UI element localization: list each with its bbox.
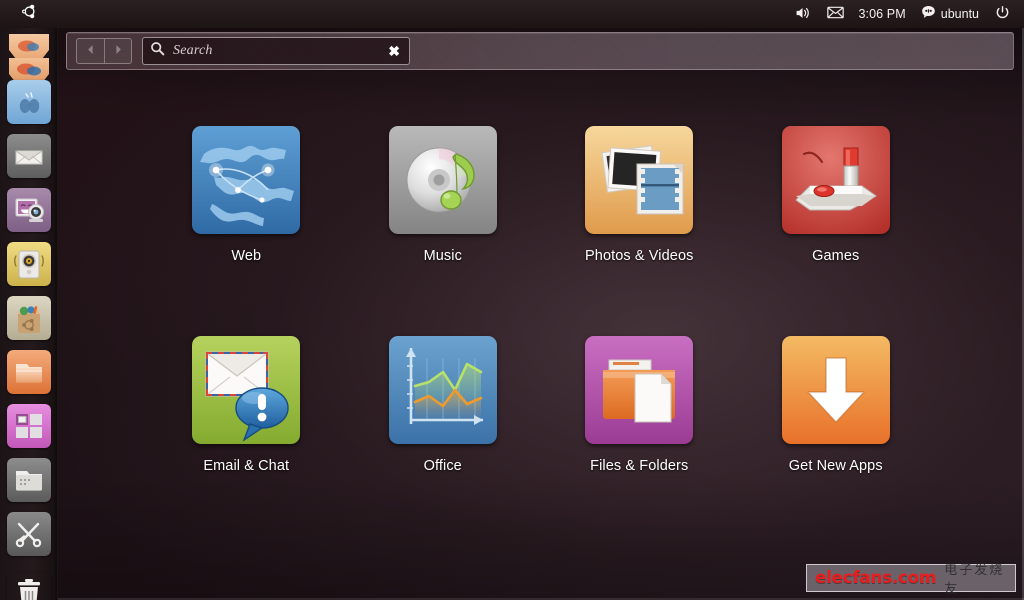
launcher-item-documents[interactable] — [7, 458, 51, 502]
launcher-item-software-center-folded-top[interactable] — [7, 34, 51, 60]
joystick-icon — [782, 126, 890, 234]
app-tile-label: Files & Folders — [590, 458, 688, 474]
volume-speaker-icon — [795, 6, 811, 23]
launcher-item-file-manager[interactable] — [7, 350, 51, 394]
app-tile-office[interactable]: Office — [345, 328, 542, 538]
app-tile-label: Music — [424, 248, 462, 264]
launcher-item-workspace-switcher[interactable] — [7, 404, 51, 448]
launcher-item-software-center[interactable] — [7, 296, 51, 340]
envelope-chat-bubble-icon — [192, 336, 300, 444]
app-tile-email-chat[interactable]: Email & Chat — [148, 328, 345, 538]
search-magnifier-icon — [150, 41, 165, 61]
app-tile-label: Email & Chat — [203, 458, 289, 474]
watermark-chinese-text: 电子发烧友 — [944, 559, 1007, 597]
app-tile-get-new-apps[interactable]: Get New Apps — [738, 328, 935, 538]
session-indicator[interactable]: ubuntu — [913, 0, 987, 28]
app-tile-label: Office — [424, 458, 462, 474]
session-user-name: ubuntu — [941, 8, 979, 21]
globe-network-icon — [192, 126, 300, 234]
launcher-item-webcam[interactable] — [7, 188, 51, 232]
unity-launcher — [0, 28, 58, 600]
app-tile-music[interactable]: Music — [345, 118, 542, 328]
line-chart-icon — [389, 336, 497, 444]
search-input[interactable]: Search ✖ — [142, 37, 410, 65]
back-button[interactable] — [77, 39, 104, 63]
app-tile-label: Photos & Videos — [585, 248, 693, 264]
app-tile-photos-videos[interactable]: Photos & Videos — [541, 118, 738, 328]
app-tile-web[interactable]: Web — [148, 118, 345, 328]
ubuntu-logo-icon — [21, 3, 38, 25]
app-tile-files-folders[interactable]: Files & Folders — [541, 328, 738, 538]
top-panel: 3:06 PM ubuntu — [0, 0, 1024, 28]
messaging-indicator[interactable] — [819, 0, 852, 28]
launcher-item-trash[interactable] — [7, 573, 51, 600]
ubuntu-logo-button[interactable] — [0, 0, 58, 28]
launcher-item-accessories[interactable] — [7, 512, 51, 556]
chevron-right-icon — [114, 42, 123, 60]
dash-search-bar: Search ✖ — [66, 32, 1014, 70]
launcher-item-files[interactable] — [7, 80, 51, 124]
envelope-mail-icon — [827, 6, 844, 22]
clock-indicator[interactable]: 3:06 PM — [852, 0, 913, 28]
app-tile-label: Web — [231, 248, 261, 264]
chevron-left-icon — [86, 42, 95, 60]
download-arrow-icon — [782, 336, 890, 444]
app-tile-label: Games — [812, 248, 859, 264]
folder-document-icon — [585, 336, 693, 444]
launcher-item-music-player[interactable] — [7, 242, 51, 286]
launcher-item-mail[interactable] — [7, 134, 51, 178]
app-tile-games[interactable]: Games — [738, 118, 935, 328]
sound-indicator[interactable] — [787, 0, 819, 28]
navigation-buttons — [76, 38, 132, 64]
app-tile-label: Get New Apps — [789, 458, 883, 474]
search-placeholder-text: Search — [173, 43, 386, 59]
messaging-user-icon — [921, 5, 936, 23]
close-x-icon[interactable]: ✖ — [386, 44, 402, 58]
watermark-overlay: elecfans.com 电子发烧友 — [806, 564, 1016, 592]
app-category-grid: Web — [58, 88, 1024, 588]
cd-music-note-icon — [389, 126, 497, 234]
power-indicator[interactable] — [987, 0, 1018, 28]
forward-button[interactable] — [104, 39, 131, 63]
photos-filmstrip-icon — [585, 126, 693, 234]
watermark-brand: elecfans.com — [815, 568, 936, 588]
dash-overlay: Search ✖ — [58, 28, 1024, 600]
indicator-area: 3:06 PM ubuntu — [787, 0, 1024, 28]
power-icon — [995, 5, 1010, 23]
